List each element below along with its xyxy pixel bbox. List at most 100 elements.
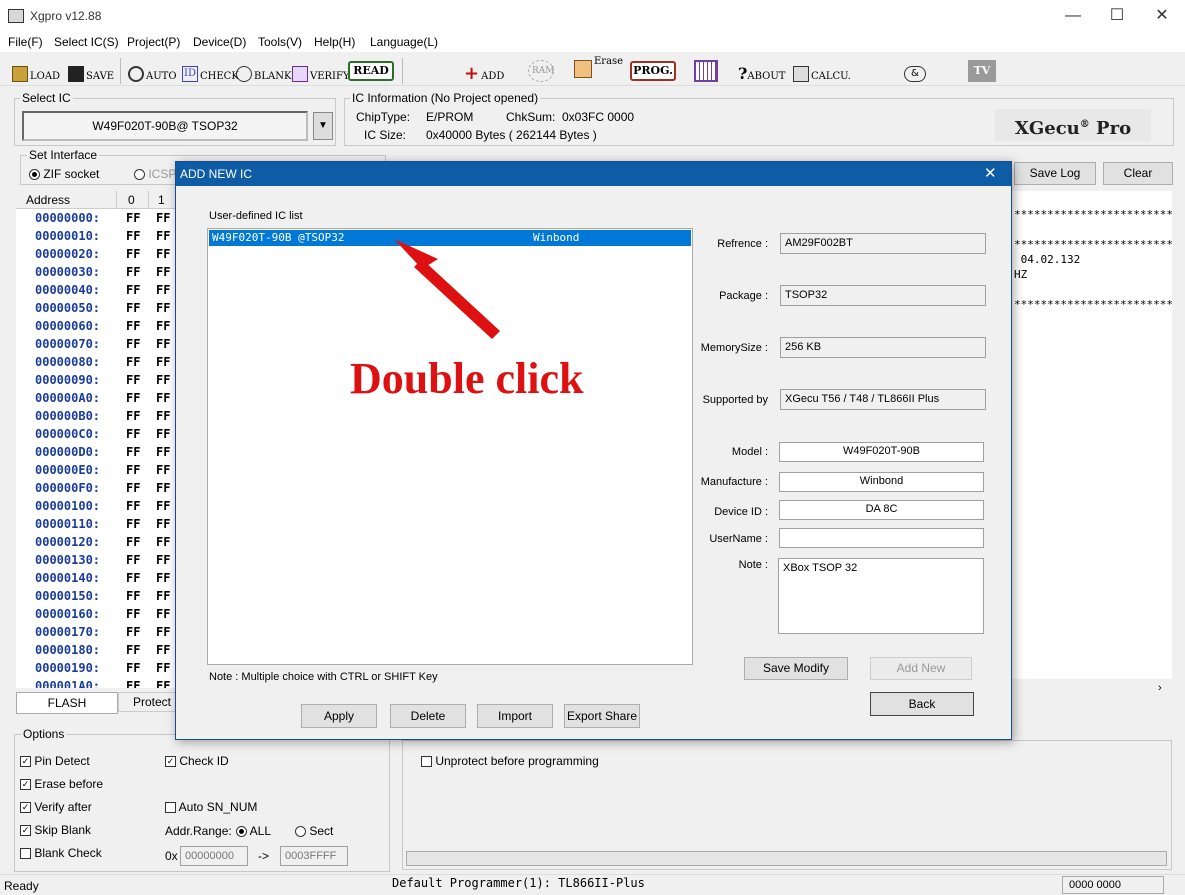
- dialog-close-icon[interactable]: ✕: [984, 164, 997, 182]
- close-button[interactable]: ✕: [1139, 0, 1185, 32]
- hex-byte[interactable]: FF: [126, 373, 140, 387]
- hex-byte[interactable]: FF: [156, 499, 170, 513]
- hex-byte[interactable]: FF: [156, 247, 170, 261]
- back-button[interactable]: Back: [870, 692, 974, 716]
- hex-byte[interactable]: FF: [126, 355, 140, 369]
- hex-byte[interactable]: FF: [156, 283, 170, 297]
- zif-radio[interactable]: ZIF socket: [29, 167, 99, 181]
- username-field[interactable]: [779, 528, 984, 548]
- ic-list[interactable]: W49F020T-90B @TSOP32 Winbond Double clic…: [207, 228, 693, 665]
- hex-byte[interactable]: FF: [126, 337, 140, 351]
- verify-button[interactable]: VERIFY: [292, 60, 350, 82]
- hex-byte[interactable]: FF: [156, 265, 170, 279]
- hex-byte[interactable]: FF: [126, 553, 140, 567]
- add-button[interactable]: + ADD: [464, 60, 504, 83]
- hex-byte[interactable]: FF: [156, 571, 170, 585]
- hex-byte[interactable]: FF: [126, 247, 140, 261]
- memsize-field[interactable]: 256 KB: [780, 337, 986, 358]
- load-button[interactable]: LOAD: [12, 60, 60, 82]
- blank-check-checkbox[interactable]: Blank Check: [20, 846, 102, 860]
- hex-byte[interactable]: FF: [156, 517, 170, 531]
- check-id-checkbox[interactable]: ✓ Check ID: [165, 754, 229, 768]
- auto-sn-checkbox[interactable]: Auto SN_NUM: [165, 800, 257, 814]
- range-to-input[interactable]: 0003FFFF: [280, 846, 348, 866]
- hex-byte[interactable]: FF: [126, 499, 140, 513]
- hex-byte[interactable]: FF: [156, 679, 170, 688]
- tab-protect[interactable]: Protect: [118, 692, 178, 712]
- package-field[interactable]: TSOP32: [780, 285, 986, 306]
- hex-byte[interactable]: FF: [126, 427, 140, 441]
- scroll-right-icon[interactable]: ›: [1158, 682, 1162, 694]
- hex-editor[interactable]: Address 0 1 00000000: FF FF 00000010: FF FF 00…: [16, 191, 176, 688]
- read-button[interactable]: READ: [348, 61, 394, 81]
- hex-byte[interactable]: FF: [156, 607, 170, 621]
- delete-button[interactable]: Delete: [390, 704, 466, 728]
- hex-byte[interactable]: FF: [156, 625, 170, 639]
- hex-byte[interactable]: FF: [126, 265, 140, 279]
- menu-device[interactable]: Device(D): [193, 35, 246, 49]
- hex-byte[interactable]: FF: [126, 589, 140, 603]
- clear-button[interactable]: Clear: [1103, 162, 1173, 185]
- minimize-button[interactable]: —: [1050, 0, 1096, 32]
- hex-byte[interactable]: FF: [156, 553, 170, 567]
- menu-language[interactable]: Language(L): [370, 35, 438, 49]
- icsp-radio[interactable]: ICSP: [134, 167, 176, 181]
- auto-button[interactable]: AUTO: [128, 60, 177, 82]
- apply-button[interactable]: Apply: [301, 704, 377, 728]
- hex-byte[interactable]: FF: [156, 337, 170, 351]
- hex-byte[interactable]: FF: [126, 211, 140, 225]
- hex-byte[interactable]: FF: [156, 409, 170, 423]
- hex-byte[interactable]: FF: [156, 211, 170, 225]
- calcu-button[interactable]: CALCU.: [793, 60, 851, 82]
- hex-byte[interactable]: FF: [156, 463, 170, 477]
- hex-byte[interactable]: FF: [126, 463, 140, 477]
- hex-byte[interactable]: FF: [156, 481, 170, 495]
- hex-byte[interactable]: FF: [126, 607, 140, 621]
- hex-byte[interactable]: FF: [156, 427, 170, 441]
- hex-byte[interactable]: FF: [156, 643, 170, 657]
- hex-byte[interactable]: FF: [126, 283, 140, 297]
- hex-byte[interactable]: FF: [126, 445, 140, 459]
- note-field[interactable]: XBox TSOP 32: [778, 558, 984, 634]
- blank-button[interactable]: BLANK: [236, 60, 291, 82]
- deviceid-field[interactable]: DA 8C: [779, 500, 984, 520]
- menu-project[interactable]: Project(P): [127, 35, 180, 49]
- ram-button[interactable]: RAM: [528, 60, 556, 82]
- hex-byte[interactable]: FF: [126, 643, 140, 657]
- hex-byte[interactable]: FF: [126, 409, 140, 423]
- erase-before-checkbox[interactable]: ✓ Erase before: [20, 777, 103, 791]
- erase-button[interactable]: Erase: [574, 56, 623, 82]
- hex-byte[interactable]: FF: [126, 661, 140, 675]
- hex-byte[interactable]: FF: [126, 301, 140, 315]
- manufacture-field[interactable]: Winbond: [779, 472, 984, 492]
- tv-button[interactable]: TV: [968, 60, 996, 82]
- hex-byte[interactable]: FF: [126, 481, 140, 495]
- hex-byte[interactable]: FF: [126, 229, 140, 243]
- hex-byte[interactable]: FF: [126, 535, 140, 549]
- import-button[interactable]: Import: [477, 704, 553, 728]
- export-share-button[interactable]: Export Share: [564, 704, 640, 728]
- ic-dropdown-icon[interactable]: ▼: [313, 112, 333, 140]
- pin-detect-checkbox[interactable]: ✓ Pin Detect: [20, 754, 90, 768]
- model-field[interactable]: W49F020T-90B: [779, 442, 984, 462]
- add-new-button[interactable]: Add New: [870, 657, 972, 680]
- hex-byte[interactable]: FF: [156, 373, 170, 387]
- hex-byte[interactable]: FF: [126, 571, 140, 585]
- hex-byte[interactable]: FF: [156, 229, 170, 243]
- hex-byte[interactable]: FF: [156, 445, 170, 459]
- range-from-input[interactable]: 00000000: [180, 846, 248, 866]
- menu-select-ic[interactable]: Select IC(S): [54, 35, 119, 49]
- hex-byte[interactable]: FF: [126, 391, 140, 405]
- skip-blank-checkbox[interactable]: ✓ Skip Blank: [20, 823, 91, 837]
- hex-byte[interactable]: FF: [126, 679, 140, 688]
- prog-button[interactable]: PROG.: [630, 61, 676, 81]
- tab-flash[interactable]: FLASH: [16, 692, 118, 714]
- menu-tools[interactable]: Tools(V): [258, 35, 302, 49]
- maximize-button[interactable]: ☐: [1094, 0, 1140, 32]
- save-log-button[interactable]: Save Log: [1014, 162, 1096, 185]
- hex-byte[interactable]: FF: [156, 661, 170, 675]
- about-button[interactable]: ? ABOUT: [738, 60, 785, 83]
- hex-byte[interactable]: FF: [126, 517, 140, 531]
- selected-ic-display[interactable]: W49F020T-90B@ TSOP32: [22, 111, 308, 141]
- hex-byte[interactable]: FF: [156, 589, 170, 603]
